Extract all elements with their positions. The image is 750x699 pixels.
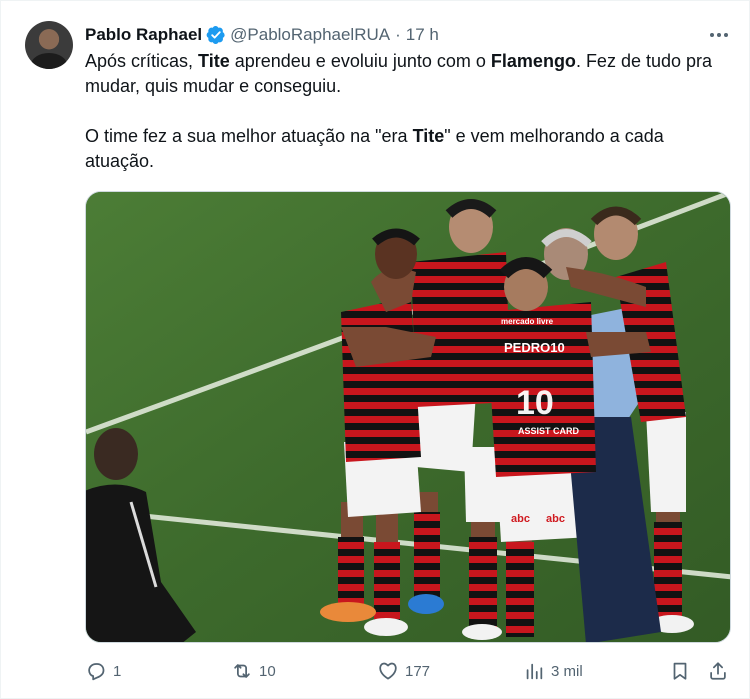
- shirt-name-text: PEDRO10: [504, 340, 565, 355]
- views-button[interactable]: 3 mil: [523, 656, 583, 686]
- like-count: 177: [405, 662, 431, 680]
- football-celebration-image: PEDRO10 mercado livre abc abc ASSIST CAR…: [86, 192, 730, 642]
- reply-count: 1: [113, 662, 122, 680]
- tweet-paragraph-1: Após críticas, Tite aprendeu e evoluiu j…: [85, 51, 713, 96]
- reply-icon: [88, 663, 105, 681]
- shorts-sponsor-text: abc: [511, 513, 530, 525]
- bookmark-icon: [673, 662, 687, 680]
- author-name[interactable]: Pablo Raphael: [85, 25, 202, 45]
- more-icon[interactable]: [707, 23, 731, 47]
- share-icon: [710, 662, 726, 680]
- tweet-paragraph-2: O time fez a sua melhor atuação na "era …: [85, 126, 664, 171]
- like-icon: [379, 662, 397, 680]
- views-count: 3 mil: [551, 662, 583, 680]
- action-bar: 1 10 177 3 mil: [85, 656, 735, 686]
- reply-button[interactable]: 1: [85, 656, 121, 686]
- shirt-sponsor-text: mercado livre: [501, 317, 554, 326]
- like-button[interactable]: 177: [377, 656, 430, 686]
- tweet-timestamp[interactable]: 17 h: [406, 25, 439, 45]
- avatar[interactable]: [25, 21, 73, 69]
- share-button[interactable]: [707, 656, 729, 686]
- shorts-sponsor-text-2: abc: [546, 513, 565, 525]
- tweet-photo[interactable]: PEDRO10 mercado livre abc abc ASSIST CAR…: [85, 191, 731, 643]
- repost-count: 10: [259, 662, 276, 680]
- repost-icon: [234, 664, 250, 678]
- bookmark-button[interactable]: [669, 656, 691, 686]
- tweet-text: Após críticas, Tite aprendeu e evoluiu j…: [85, 49, 725, 174]
- views-icon: [526, 663, 543, 680]
- verified-icon: [206, 25, 226, 45]
- tweet-header: Pablo Raphael @PabloRaphaelRUA · 17 h: [85, 23, 439, 47]
- header-separator: ·: [395, 25, 401, 44]
- author-handle[interactable]: @PabloRaphaelRUA: [230, 25, 390, 45]
- tweet-card[interactable]: Pablo Raphael @PabloRaphaelRUA · 17 h Ap…: [0, 0, 750, 699]
- repost-button[interactable]: 10: [231, 656, 276, 686]
- svg-text:10: 10: [516, 384, 554, 422]
- shirt-sponsor-text-2: ASSIST CARD: [518, 426, 580, 436]
